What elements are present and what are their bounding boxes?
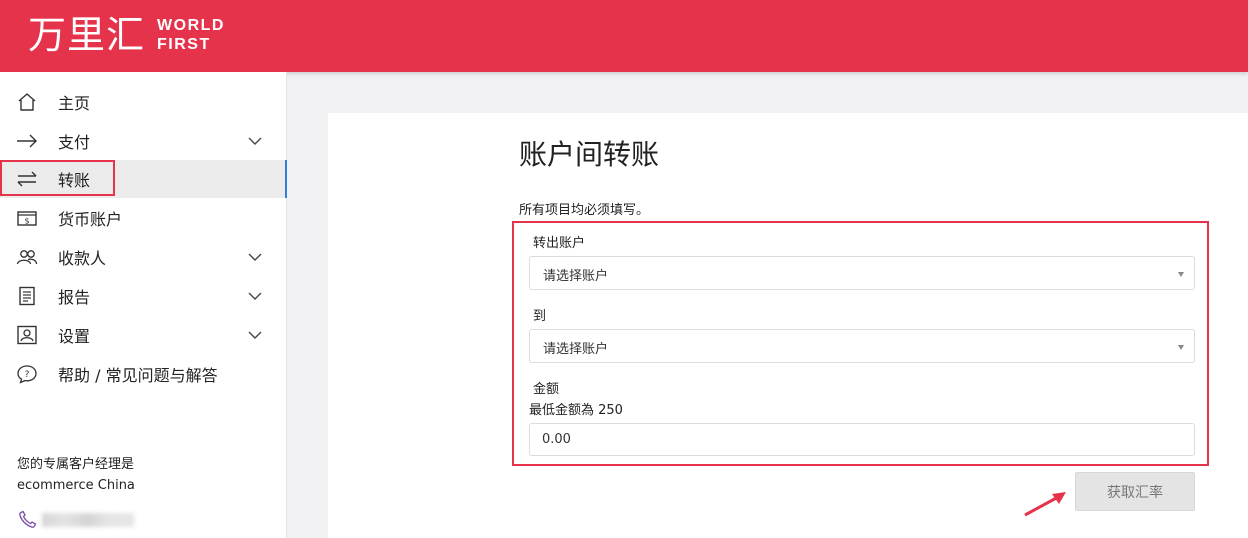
- transfer-icon: [16, 169, 38, 189]
- get-rate-button[interactable]: 获取汇率: [1075, 472, 1195, 511]
- redacted-phone-number: [42, 513, 134, 527]
- chevron-down-icon: [248, 253, 262, 261]
- people-icon: [16, 247, 38, 267]
- top-header: 万里汇 WORLD FIRST: [0, 0, 1248, 72]
- sidebar-item-label: 货币账户: [58, 210, 123, 229]
- sidebar-item-settings[interactable]: 设置: [0, 316, 287, 354]
- annotation-arrow-icon: [1024, 492, 1066, 517]
- amount-label: 金额: [533, 382, 560, 397]
- caret-down-icon: [1178, 272, 1184, 277]
- to-account-select[interactable]: 请选择账户: [529, 329, 1195, 363]
- wallet-icon: $: [16, 208, 38, 228]
- logo-line-world: WORLD: [157, 17, 225, 34]
- caret-down-icon: [1178, 345, 1184, 350]
- chevron-down-icon: [248, 292, 262, 300]
- page-title: 账户间转账: [519, 138, 660, 171]
- amount-minimum-hint: 最低金额為 250: [529, 403, 623, 418]
- sidebar-item-payments[interactable]: 支付: [0, 122, 287, 160]
- sidebar-item-label: 帮助 / 常见问题与解答: [58, 366, 218, 385]
- amount-input[interactable]: [529, 423, 1195, 456]
- sidebar-item-help[interactable]: ? 帮助 / 常见问题与解答: [0, 355, 287, 393]
- worldfirst-logo[interactable]: 万里汇 WORLD FIRST: [28, 12, 225, 58]
- to-account-label: 到: [533, 309, 547, 324]
- report-icon: [16, 286, 38, 306]
- logo-english: WORLD FIRST: [157, 16, 225, 54]
- help-icon: ?: [16, 364, 38, 384]
- phone-icon[interactable]: [17, 510, 39, 530]
- sidebar-item-reports[interactable]: 报告: [0, 277, 287, 315]
- select-placeholder: 请选择账户: [543, 342, 609, 357]
- from-account-select[interactable]: 请选择账户: [529, 256, 1195, 290]
- sidebar-item-label: 支付: [58, 133, 91, 152]
- sidebar-item-transfer[interactable]: 转账: [0, 160, 287, 198]
- arrow-right-icon: [16, 131, 38, 151]
- sidebar-item-label: 设置: [58, 327, 91, 346]
- select-placeholder: 请选择账户: [543, 269, 609, 284]
- sidebar-item-recipients[interactable]: 收款人: [0, 238, 287, 276]
- settings-icon: [16, 325, 38, 345]
- from-account-label: 转出账户: [533, 236, 586, 251]
- account-manager-title: 您的专属客户经理是: [17, 457, 135, 472]
- account-manager-name: ecommerce China: [17, 478, 135, 493]
- svg-text:$: $: [24, 217, 29, 226]
- sidebar-item-home[interactable]: 主页: [0, 83, 287, 121]
- sidebar-item-label: 收款人: [58, 249, 107, 268]
- chevron-down-icon: [248, 137, 262, 145]
- home-icon: [16, 92, 38, 112]
- required-note: 所有项目均必须填写。: [519, 203, 650, 218]
- sidebar-item-label: 报告: [58, 288, 91, 307]
- svg-text:?: ?: [25, 370, 30, 380]
- logo-line-first: FIRST: [157, 36, 211, 53]
- logo-chinese: 万里汇: [28, 13, 146, 57]
- sidebar-item-label: 转账: [58, 171, 91, 190]
- chevron-down-icon: [248, 331, 262, 339]
- sidebar-item-label: 主页: [58, 94, 91, 113]
- sidebar-item-currency-accounts[interactable]: $ 货币账户: [0, 199, 287, 237]
